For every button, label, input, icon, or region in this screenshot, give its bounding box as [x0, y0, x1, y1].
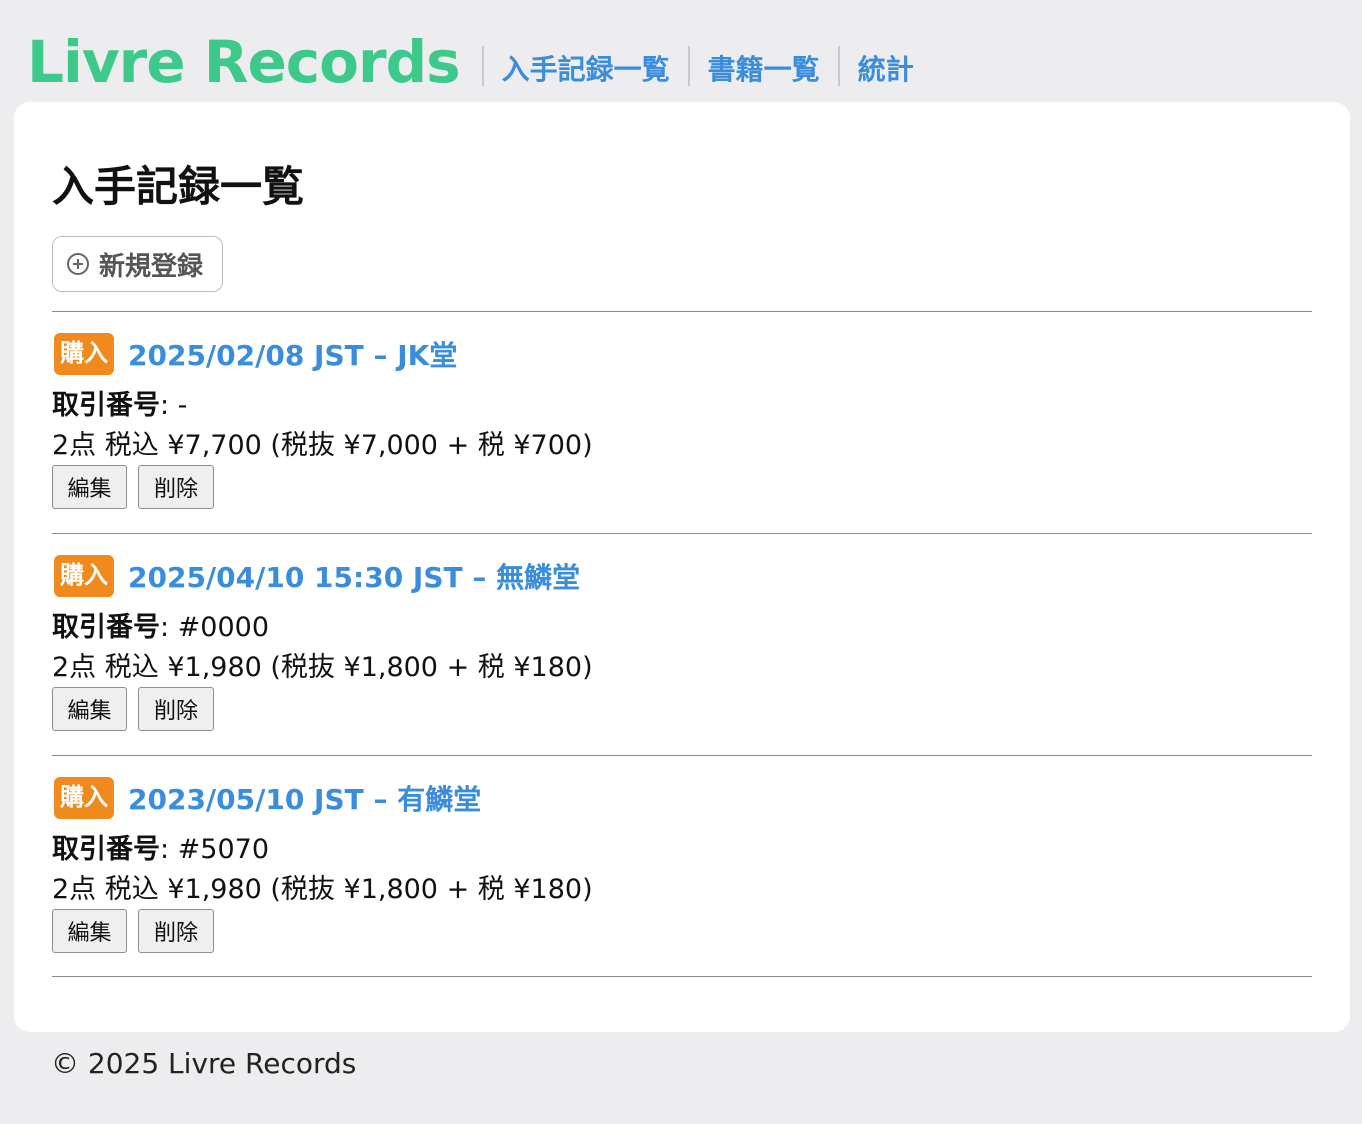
transaction-value: : -	[160, 390, 188, 421]
delete-button[interactable]: 削除	[138, 687, 214, 731]
record-type-badge: 購入	[54, 555, 114, 597]
edit-button[interactable]: 編集	[52, 465, 127, 509]
divider	[52, 311, 1312, 312]
transaction-label: 取引番号	[52, 390, 160, 421]
record-item: 購入 2025/02/08 JST – JK堂 取引番号: - 2点 税込 ¥7…	[52, 333, 1312, 533]
plus-circle-icon	[67, 253, 89, 275]
new-record-label: 新規登録	[99, 251, 204, 282]
record-summary: 2点 税込 ¥1,980 (税抜 ¥1,800 + 税 ¥180)	[52, 874, 593, 905]
transaction-number: 取引番号: #0000	[52, 605, 269, 644]
main-card: 入手記録一覧 新規登録 購入 2025/02/08 JST – JK堂 取引番号…	[14, 102, 1350, 1032]
record-title-link[interactable]: 2023/05/10 JST – 有鱗堂	[128, 778, 481, 818]
nav-link-records[interactable]: 入手記録一覧	[484, 50, 688, 90]
record-title-link[interactable]: 2025/04/10 15:30 JST – 無鱗堂	[128, 556, 580, 596]
main-nav: 入手記録一覧 書籍一覧 統計	[481, 46, 932, 86]
transaction-value: : #5070	[160, 834, 270, 865]
transaction-number: 取引番号: #5070	[52, 827, 269, 866]
page-title: 入手記録一覧	[52, 162, 305, 211]
transaction-label: 取引番号	[52, 834, 160, 865]
record-title-link[interactable]: 2025/02/08 JST – JK堂	[128, 334, 457, 374]
divider	[52, 755, 1312, 756]
new-record-button[interactable]: 新規登録	[52, 236, 223, 292]
transaction-label: 取引番号	[52, 612, 160, 643]
delete-button[interactable]: 削除	[138, 465, 214, 509]
record-summary: 2点 税込 ¥7,700 (税抜 ¥7,000 + 税 ¥700)	[52, 430, 593, 461]
record-header: 購入 2023/05/10 JST – 有鱗堂	[54, 777, 481, 819]
delete-button[interactable]: 削除	[138, 909, 214, 953]
record-item: 購入 2025/04/10 15:30 JST – 無鱗堂 取引番号: #000…	[52, 555, 1312, 755]
record-item: 購入 2023/05/10 JST – 有鱗堂 取引番号: #5070 2点 税…	[52, 777, 1312, 977]
divider	[52, 533, 1312, 534]
edit-button[interactable]: 編集	[52, 909, 127, 953]
footer-copyright: © 2025 Livre Records	[51, 1047, 357, 1080]
nav-link-stats[interactable]: 統計	[840, 50, 932, 90]
transaction-value: : #0000	[160, 612, 270, 643]
nav-link-books[interactable]: 書籍一覧	[690, 50, 838, 90]
site-header: Livre Records 入手記録一覧 書籍一覧 統計	[27, 18, 932, 98]
record-header: 購入 2025/02/08 JST – JK堂	[54, 333, 457, 375]
edit-button[interactable]: 編集	[52, 687, 127, 731]
record-type-badge: 購入	[54, 333, 114, 375]
record-header: 購入 2025/04/10 15:30 JST – 無鱗堂	[54, 555, 580, 597]
transaction-number: 取引番号: -	[52, 383, 187, 422]
site-logo[interactable]: Livre Records	[27, 26, 461, 98]
record-summary: 2点 税込 ¥1,980 (税抜 ¥1,800 + 税 ¥180)	[52, 652, 593, 683]
divider	[52, 976, 1312, 977]
record-type-badge: 購入	[54, 777, 114, 819]
